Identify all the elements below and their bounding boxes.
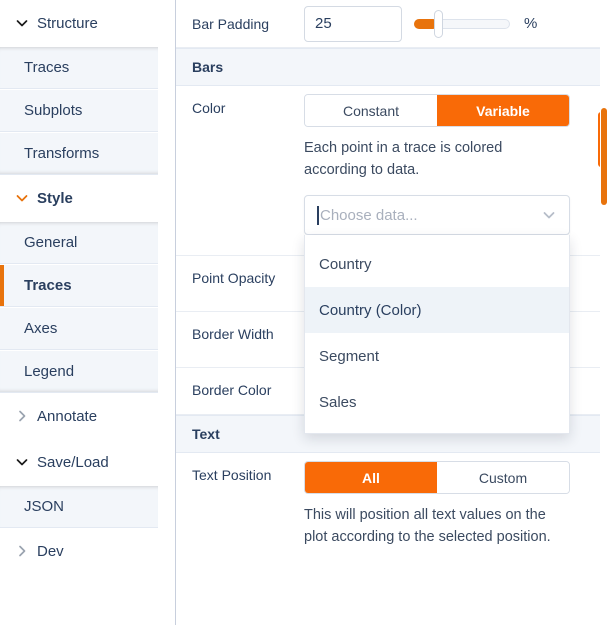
- sidebar-group-label: Style: [37, 189, 73, 207]
- sidebar-item-general[interactable]: General: [0, 221, 158, 264]
- sidebar-panel-gap: [158, 0, 175, 625]
- sidebar-group-label: Structure: [37, 14, 98, 32]
- page-scrollbar-thumb[interactable]: [601, 108, 607, 205]
- text-position-custom-button[interactable]: Custom: [437, 462, 569, 494]
- settings-panel: Bar Padding % Bars Color Constant Vari: [175, 0, 608, 625]
- text-caret: [317, 205, 319, 225]
- sidebar-item-label: Traces: [24, 59, 70, 76]
- chevron-right-icon: [14, 543, 30, 559]
- bar-padding-slider[interactable]: [414, 6, 510, 42]
- sidebar-item-label: Subplots: [24, 102, 83, 119]
- color-data-dropdown-control[interactable]: Choose data...: [304, 195, 570, 236]
- sidebar: Structure Traces Subplots Transforms Sty…: [0, 0, 158, 625]
- sidebar-group-save-load[interactable]: Save/Load: [0, 439, 158, 485]
- sidebar-item-label: JSON: [24, 498, 65, 515]
- bar-padding-unit: %: [524, 15, 538, 32]
- sidebar-item-label: Axes: [24, 320, 58, 337]
- dropdown-option-sales[interactable]: Sales: [305, 379, 569, 425]
- sidebar-item-traces-structure[interactable]: Traces: [0, 46, 158, 89]
- color-mode-variable-button[interactable]: Variable: [437, 95, 569, 126]
- slider-handle[interactable]: [434, 9, 443, 38]
- color-help-text: Each point in a trace is colored accordi…: [304, 140, 503, 179]
- sidebar-item-axes[interactable]: Axes: [0, 307, 158, 350]
- color-data-dropdown-menu: Country Country (Color) Segment Sales: [304, 235, 570, 435]
- sidebar-item-legend[interactable]: Legend: [0, 350, 158, 393]
- sidebar-group-style[interactable]: Style: [0, 175, 158, 221]
- chevron-right-icon: [14, 408, 30, 424]
- sidebar-group-label: Save/Load: [37, 453, 109, 471]
- sidebar-group-label: Dev: [37, 542, 64, 560]
- row-text-position: Text Position All Custom This will posit…: [176, 453, 608, 557]
- sidebar-item-traces-style[interactable]: Traces: [0, 264, 158, 307]
- border-width-label: Border Width: [192, 326, 274, 343]
- sidebar-item-label: Traces: [24, 277, 72, 294]
- editor-root: Structure Traces Subplots Transforms Sty…: [0, 0, 608, 625]
- section-title: Bars: [192, 59, 224, 75]
- row-color: Color Constant Variable Each point in a …: [176, 86, 608, 435]
- bar-padding-label: Bar Padding: [192, 15, 270, 32]
- page-scrollbar[interactable]: [600, 0, 608, 625]
- text-position-toggle: All Custom: [304, 461, 570, 495]
- sidebar-item-label: General: [24, 234, 78, 251]
- sidebar-group-structure[interactable]: Structure: [0, 0, 158, 46]
- chevron-down-icon[interactable]: [539, 205, 559, 225]
- color-data-dropdown: Choose data... Country Country (Color) S…: [304, 195, 570, 435]
- point-opacity-label: Point Opacity: [192, 270, 276, 287]
- row-bar-padding: Bar Padding %: [176, 0, 608, 48]
- sidebar-group-dev[interactable]: Dev: [0, 528, 158, 574]
- sidebar-group-annotate[interactable]: Annotate: [0, 393, 158, 439]
- dropdown-option-segment[interactable]: Segment: [305, 333, 569, 379]
- chevron-down-icon: [14, 454, 30, 470]
- sidebar-item-subplots[interactable]: Subplots: [0, 89, 158, 132]
- dropdown-option-country-color[interactable]: Country (Color): [305, 287, 569, 334]
- chevron-down-icon: [14, 15, 30, 31]
- text-position-all-button[interactable]: All: [305, 462, 437, 494]
- border-color-label: Border Color: [192, 382, 272, 399]
- color-data-placeholder: Choose data...: [320, 206, 418, 224]
- sidebar-item-transforms[interactable]: Transforms: [0, 132, 158, 175]
- sidebar-item-label: Legend: [24, 363, 75, 380]
- bar-padding-input[interactable]: [304, 5, 402, 42]
- color-label: Color: [192, 100, 226, 116]
- section-header-bars: Bars: [176, 48, 608, 86]
- text-position-label: Text Position: [192, 467, 272, 484]
- color-mode-constant-button[interactable]: Constant: [305, 95, 437, 126]
- text-position-help-text: This will position all text values on th…: [304, 507, 551, 546]
- sidebar-group-label: Annotate: [37, 407, 98, 425]
- section-title: Text: [192, 426, 220, 443]
- dropdown-option-country[interactable]: Country: [305, 241, 569, 287]
- chevron-down-icon: [14, 190, 30, 206]
- sidebar-item-label: Transforms: [24, 145, 100, 162]
- color-mode-toggle: Constant Variable: [304, 94, 570, 127]
- sidebar-item-json[interactable]: JSON: [0, 485, 158, 528]
